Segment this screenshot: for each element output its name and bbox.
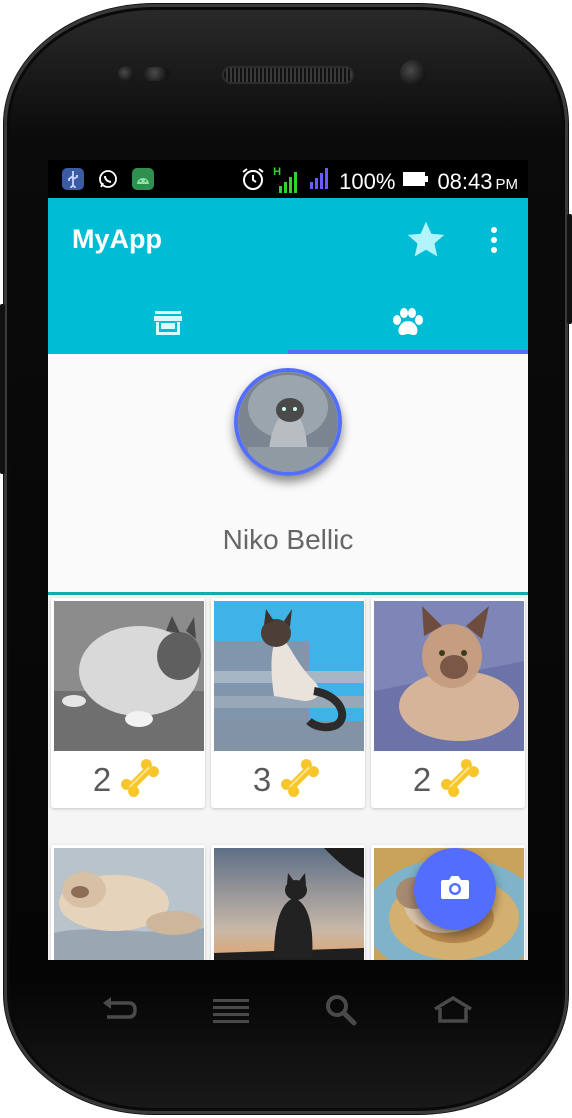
bone-icon xyxy=(117,755,163,806)
battery-icon xyxy=(402,170,430,193)
signal-h-icon: H xyxy=(273,166,299,195)
front-camera xyxy=(400,60,426,86)
camera-icon xyxy=(439,873,471,906)
front-sensor xyxy=(144,67,170,81)
back-icon[interactable] xyxy=(94,985,144,1035)
usb-icon xyxy=(62,168,84,190)
pet-card[interactable] xyxy=(51,845,205,960)
clock: 08:43 xyxy=(437,168,493,194)
profile-header: Niko Bellic xyxy=(48,354,528,592)
pet-card[interactable]: 3 xyxy=(211,598,365,808)
status-bar: H 100% 08:43 PM xyxy=(48,160,528,198)
hardware-keys xyxy=(0,985,572,1045)
android-debug-icon xyxy=(132,168,154,190)
screen: H 100% 08:43 PM MyApp Niko Bellic 2 3 2 xyxy=(48,160,528,960)
menu-icon[interactable] xyxy=(206,985,256,1035)
signal-icon xyxy=(306,167,332,196)
bone-count: 2 xyxy=(92,761,112,798)
front-sensor xyxy=(118,66,134,82)
paw-icon xyxy=(391,307,425,344)
pet-card[interactable] xyxy=(211,845,365,960)
pet-photo xyxy=(54,848,204,960)
pet-photo xyxy=(374,601,524,751)
pet-card[interactable]: 2 xyxy=(51,598,205,808)
app-bar: MyApp xyxy=(48,198,528,354)
tab-pets[interactable] xyxy=(288,296,528,354)
profile-name: Niko Bellic xyxy=(222,524,354,555)
bone-count: 3 xyxy=(252,761,272,798)
app-title: MyApp xyxy=(72,224,162,254)
bone-icon xyxy=(277,755,323,806)
pet-card[interactable]: 2 xyxy=(371,598,525,808)
earpiece-speaker xyxy=(222,66,354,84)
pet-photo xyxy=(214,601,364,751)
camera-fab[interactable] xyxy=(414,848,496,930)
search-icon[interactable] xyxy=(316,985,366,1035)
tab-store[interactable] xyxy=(48,296,288,354)
star-icon[interactable] xyxy=(404,218,448,262)
bone-count: 2 xyxy=(412,761,432,798)
side-button xyxy=(567,214,572,324)
home-icon[interactable] xyxy=(428,985,478,1035)
battery-percent: 100% xyxy=(339,168,396,194)
store-icon xyxy=(153,309,183,342)
more-vert-icon[interactable] xyxy=(484,220,504,260)
alarm-icon xyxy=(240,166,266,197)
bone-icon xyxy=(437,755,483,806)
whatsapp-icon xyxy=(97,168,119,190)
clock-am-pm: PM xyxy=(495,175,519,193)
avatar[interactable] xyxy=(234,368,342,476)
pet-photo xyxy=(214,848,364,960)
pet-photo xyxy=(54,601,204,751)
side-button xyxy=(0,304,5,474)
